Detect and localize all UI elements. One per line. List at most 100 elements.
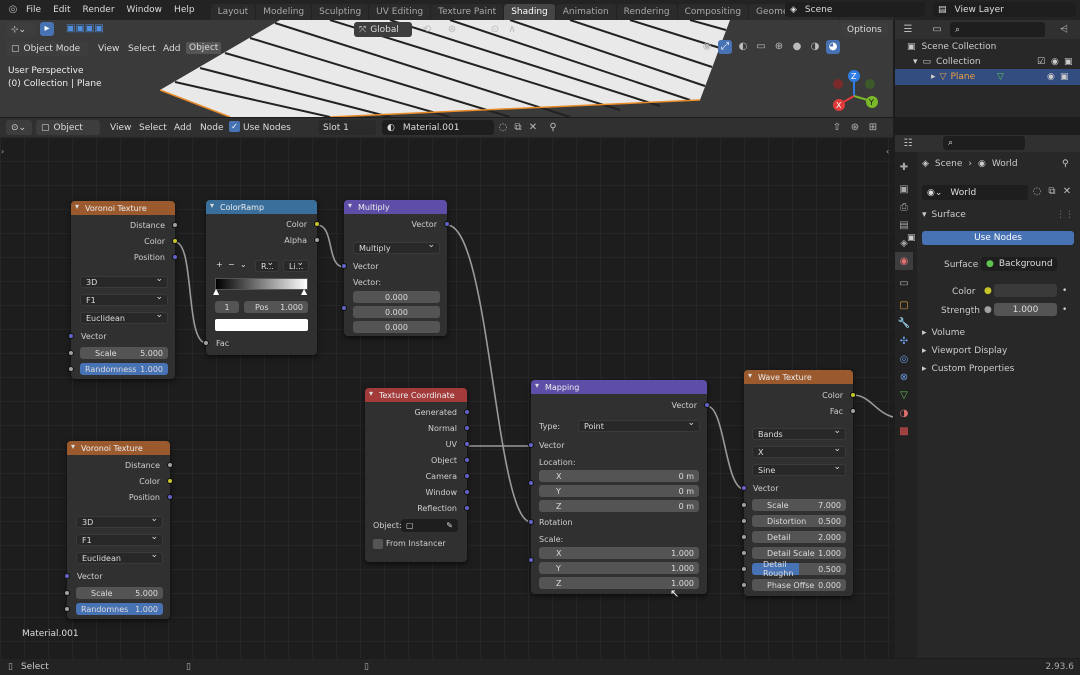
editor-type-button[interactable]: ⊹⌄ <box>6 22 36 37</box>
remove-stop-icon[interactable]: − <box>228 260 235 269</box>
socket-detail-in[interactable] <box>741 534 747 540</box>
vector-x-field[interactable]: 0.000 <box>353 291 440 303</box>
use-nodes-button[interactable]: Use Nodes <box>922 231 1074 245</box>
volume-panel-header[interactable]: ▸ Volume <box>922 328 965 338</box>
socket-uv[interactable] <box>464 441 470 447</box>
node-menu-select[interactable]: Select <box>139 123 167 133</box>
bands-direction-dropdown[interactable]: X <box>752 444 846 458</box>
color-stop-white-icon[interactable]: ▲ <box>301 287 307 296</box>
socket-fac-in[interactable] <box>203 340 209 346</box>
properties-editor-type-icon[interactable]: ☷ <box>901 137 915 151</box>
wave-scale-field[interactable]: Scale 7.000 <box>752 499 846 511</box>
unlink-icon[interactable]: ✕ <box>1060 185 1074 199</box>
socket-alpha[interactable] <box>314 237 320 243</box>
mode-dropdown[interactable]: ▢ Object Mode <box>6 41 88 56</box>
material-tab-icon[interactable]: ◑ <box>895 404 913 422</box>
strength-field[interactable]: 1.000 <box>994 303 1057 316</box>
viewport-menu-view[interactable]: View <box>98 44 119 54</box>
socket-vector-in-1[interactable] <box>341 263 347 269</box>
tab-texture-paint[interactable]: Texture Paint <box>431 4 504 20</box>
socket-phase-offset-in[interactable] <box>741 582 747 588</box>
output-tab-icon[interactable]: ⎙ <box>895 198 913 216</box>
pin-icon[interactable]: ⚲ <box>1062 159 1069 169</box>
filter-icon[interactable]: ⩤ <box>1057 23 1071 37</box>
strength-keyframe-icon[interactable]: • <box>1062 305 1067 315</box>
viewport-menu-add[interactable]: Add <box>163 44 180 54</box>
socket-object[interactable] <box>464 457 470 463</box>
tab-shading[interactable]: Shading <box>504 4 555 20</box>
socket-color[interactable] <box>172 238 178 244</box>
phase-offset-field[interactable]: Phase Offse 0.000 <box>752 579 846 591</box>
color-keyframe-icon[interactable]: • <box>1062 286 1067 296</box>
ramp-menu-icon[interactable]: ⌄ <box>240 260 247 269</box>
socket-fac-out[interactable] <box>850 408 856 414</box>
from-instancer-checkbox[interactable] <box>373 539 383 549</box>
use-nodes-checkbox[interactable]: ✓ <box>229 121 240 132</box>
outliner-editor-type-icon[interactable]: ☰ <box>901 23 915 37</box>
node-menu-view[interactable]: View <box>110 123 131 133</box>
feature-dropdown[interactable]: F1 <box>76 532 163 546</box>
node-voronoi-texture-2[interactable]: Voronoi Texture Distance Color Position … <box>64 441 173 619</box>
socket-vector-in-2[interactable] <box>341 305 347 311</box>
data-tab-icon[interactable]: ▽ <box>895 386 913 404</box>
node-voronoi-texture-1[interactable]: Voronoi Texture Distance Color Position … <box>68 201 178 379</box>
view-layer-tab-icon[interactable]: ▤ <box>895 216 913 234</box>
metric-dropdown[interactable]: Euclidean <box>76 550 163 564</box>
socket-distance[interactable] <box>167 462 173 468</box>
material-selector[interactable]: ◐ Material.001 <box>382 120 494 135</box>
surface-shader-selector[interactable]: ● Background <box>981 257 1057 271</box>
viewport-menu-object[interactable]: Object <box>186 42 222 54</box>
node-menu-add[interactable]: Add <box>174 123 191 133</box>
socket-position[interactable] <box>167 494 173 500</box>
wave-profile-dropdown[interactable]: Sine <box>752 462 846 476</box>
menu-help[interactable]: Help <box>168 5 201 15</box>
solid-shading-icon[interactable]: ● <box>790 40 804 54</box>
material-shading-icon[interactable]: ◑ <box>808 40 822 54</box>
node-wave-texture[interactable]: Wave Texture Color Fac Bands X Sine Vect… <box>741 370 856 596</box>
eye-icon[interactable]: ◉ <box>1051 57 1059 67</box>
randomness-field[interactable]: Randomness 1.000 <box>80 363 168 375</box>
eyedropper-icon[interactable]: ✎ <box>446 521 453 530</box>
overlay-icon[interactable]: ◐ <box>736 40 750 54</box>
socket-location-in[interactable] <box>528 480 534 486</box>
shader-type-dropdown[interactable]: ▢ Object <box>36 120 100 135</box>
metric-dropdown[interactable]: Euclidean <box>80 310 168 324</box>
visibility-icon[interactable]: ◉ <box>700 40 714 54</box>
wave-type-dropdown[interactable]: Bands <box>752 426 846 440</box>
world-tab-icon[interactable]: ◉ <box>895 252 913 270</box>
socket-vector-in[interactable] <box>528 442 534 448</box>
sidebar-toggle-icon[interactable]: ‹ <box>886 147 889 156</box>
detail-field[interactable]: Detail 2.000 <box>752 531 846 543</box>
outliner-collection[interactable]: ▾ ▭ Collection ☑ ◉ ▣ <box>913 57 1073 67</box>
tab-sculpting[interactable]: Sculpting <box>312 4 369 20</box>
socket-vector-in[interactable] <box>68 333 74 339</box>
tool-tab-icon[interactable]: ✚ <box>895 158 913 176</box>
duplicate-icon[interactable]: ⧉ <box>1045 185 1059 199</box>
checkbox-icon[interactable]: ☑ <box>1037 57 1045 67</box>
socket-window[interactable] <box>464 489 470 495</box>
socket-position[interactable] <box>172 254 178 260</box>
camera-icon[interactable]: ▣ <box>1060 72 1069 82</box>
outliner-search-input[interactable]: ⌕ <box>950 22 1045 37</box>
object-picker[interactable]: ▢ ✎ <box>401 519 458 532</box>
node-menu-node[interactable]: Node <box>200 123 224 133</box>
socket-scale-in[interactable] <box>741 502 747 508</box>
constraints-tab-icon[interactable]: ⊗ <box>895 368 913 386</box>
pos-field[interactable]: Pos 1.000 <box>244 301 308 313</box>
randomness-field[interactable]: Randomnes 1.000 <box>76 603 163 615</box>
location-y-field[interactable]: Y 0 m <box>539 485 699 497</box>
socket-scale-in[interactable] <box>64 590 70 596</box>
viewport-display-panel-header[interactable]: ▸ Viewport Display <box>922 346 1007 356</box>
socket-detail-scale-in[interactable] <box>741 550 747 556</box>
outliner-scene-collection[interactable]: ▣ Scene Collection <box>907 42 996 52</box>
operation-dropdown[interactable]: Multiply <box>353 240 440 254</box>
proportional-edit-icon[interactable]: ⊙ <box>488 23 502 37</box>
rendered-shading-icon[interactable]: ◕ <box>826 40 840 54</box>
blender-logo-icon[interactable]: ◎ <box>6 3 20 17</box>
tab-compositing[interactable]: Compositing <box>677 4 749 20</box>
location-z-field[interactable]: Z 0 m <box>539 500 699 512</box>
orientation-dropdown[interactable]: ⤧ Global <box>354 22 412 37</box>
node-editor-type-button[interactable]: ⊙⌄ <box>6 120 32 135</box>
node-header[interactable]: Wave Texture <box>744 370 853 384</box>
location-x-field[interactable]: X 0 m <box>539 470 699 482</box>
